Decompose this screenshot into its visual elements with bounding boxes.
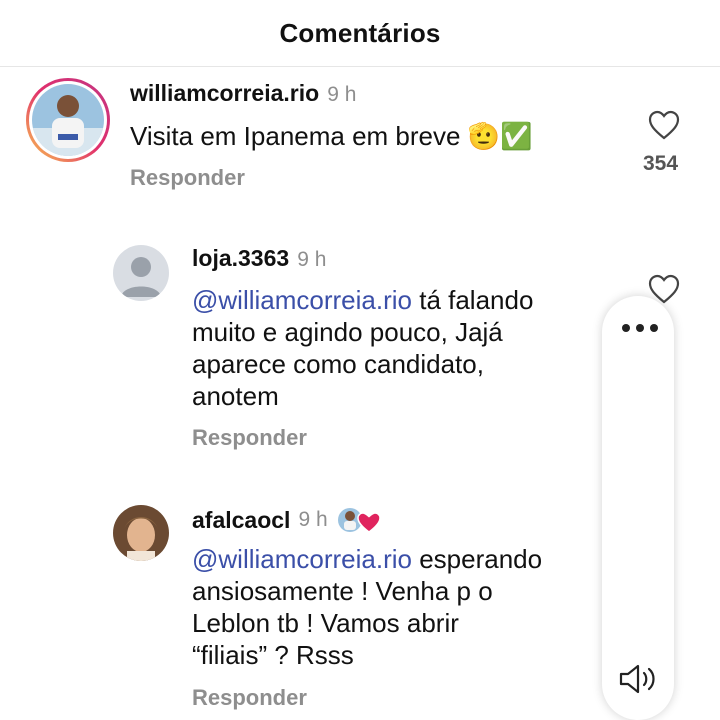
comment-text-line: Leblon tb ! Vamos abrir xyxy=(192,608,459,638)
page-title: Comentários xyxy=(279,17,441,48)
creator-liked-heart-icon xyxy=(336,505,381,535)
comment-header: loja.3363 9 h xyxy=(192,245,326,272)
comments-header: Comentários xyxy=(0,0,720,67)
more-options-icon[interactable] xyxy=(622,324,658,332)
floating-action-menu xyxy=(602,296,674,720)
comment-text-line: anotem xyxy=(192,381,279,411)
comment-text-line: aparece como candidato, xyxy=(192,349,484,379)
comment-time: 9 h xyxy=(298,508,328,531)
default-user-avatar xyxy=(121,257,161,297)
comment-text-line: tá falando xyxy=(419,285,534,315)
comment-time: 9 h xyxy=(327,83,357,106)
comment-text-line: esperando xyxy=(419,544,543,574)
comment-username[interactable]: loja.3363 xyxy=(192,245,289,271)
comment-username[interactable]: williamcorreia.rio xyxy=(130,80,319,106)
reply-button[interactable]: Responder xyxy=(192,685,307,711)
comment-time: 9 h xyxy=(297,248,327,271)
like-count: 354 xyxy=(643,152,679,175)
reply-button[interactable]: Responder xyxy=(130,165,245,191)
reply-button[interactable]: Responder xyxy=(192,425,307,451)
comment-username[interactable]: afalcaocl xyxy=(192,507,290,534)
mention-link[interactable]: @williamcorreia.rio xyxy=(192,285,412,315)
avatar[interactable] xyxy=(24,76,112,164)
avatar[interactable] xyxy=(113,505,169,561)
comment-text-line: “filiais” ? Rsss xyxy=(192,640,354,670)
comment-text-line: muito e agindo pouco, Jajá xyxy=(192,317,503,347)
comment-text: @williamcorreia.rio esperando ansiosamen… xyxy=(192,543,612,671)
speaker-icon[interactable] xyxy=(618,662,660,701)
avatar[interactable] xyxy=(113,245,169,301)
comment-header: williamcorreia.rio 9 h xyxy=(130,80,356,107)
mention-link[interactable]: @williamcorreia.rio xyxy=(192,544,412,574)
comment-text: @williamcorreia.rio tá falando muito e a… xyxy=(192,284,612,412)
heart-icon xyxy=(648,110,680,140)
comment-text-line: ansiosamente ! Venha p o xyxy=(192,576,493,606)
user-photo-avatar xyxy=(113,505,169,561)
user-photo-avatar-story-ring xyxy=(26,78,110,162)
comment-header: afalcaocl 9 h xyxy=(192,505,381,535)
comment-text: Visita em Ipanema em breve 🫡✅ xyxy=(130,121,533,151)
like-button[interactable] xyxy=(648,110,680,145)
